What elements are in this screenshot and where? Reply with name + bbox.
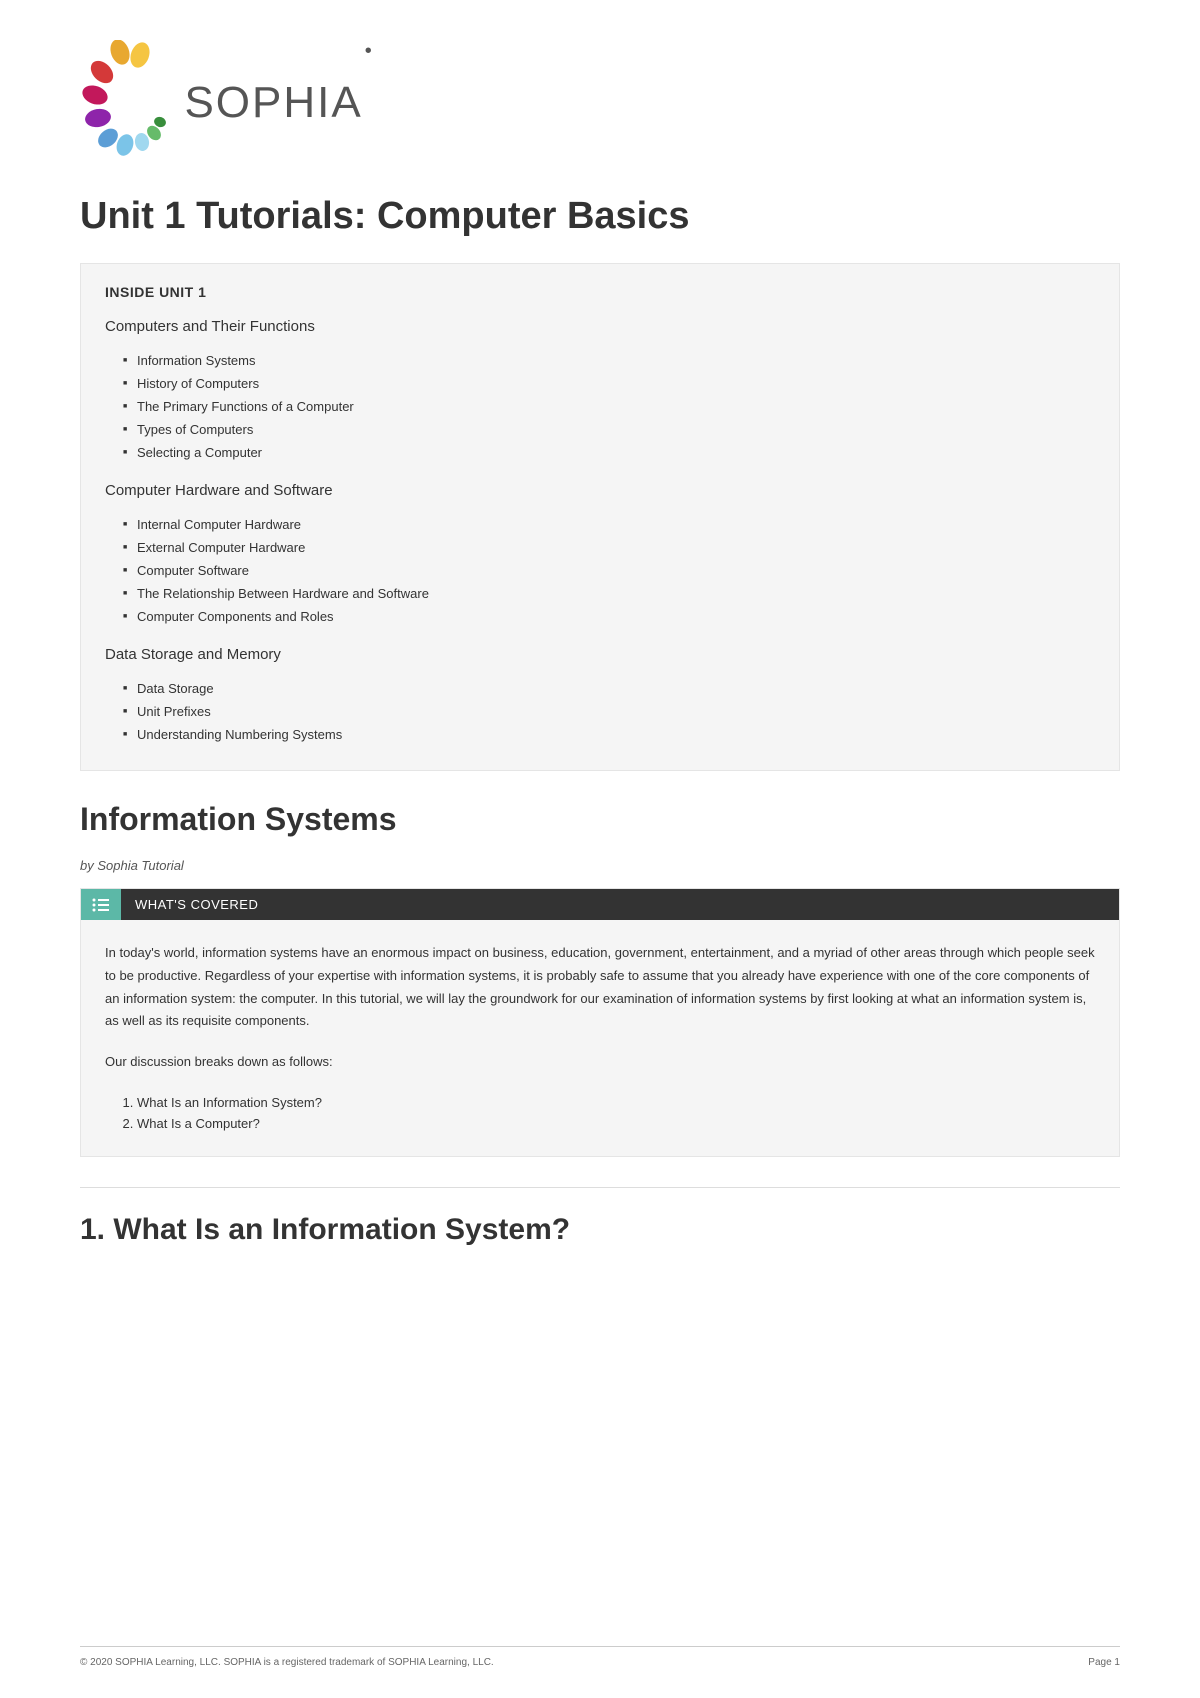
toc-item: Internal Computer Hardware <box>123 513 1095 536</box>
toc-item: History of Computers <box>123 372 1095 395</box>
intro-paragraph: In today's world, information systems ha… <box>105 942 1095 1033</box>
toc-item: Unit Prefixes <box>123 700 1095 723</box>
toc-item: Selecting a Computer <box>123 441 1095 464</box>
toc-item: Types of Computers <box>123 418 1095 441</box>
toc-list: Data Storage Unit Prefixes Understanding… <box>123 677 1095 746</box>
toc-item: Computer Software <box>123 559 1095 582</box>
inside-unit-box: INSIDE UNIT 1 Computers and Their Functi… <box>80 263 1120 771</box>
whats-covered-label: WHAT'S COVERED <box>121 889 1119 920</box>
whats-covered-box: WHAT'S COVERED In today's world, informa… <box>80 888 1120 1157</box>
breakdown-item: What Is an Information System? <box>137 1092 1095 1113</box>
toc-section-title: Computers and Their Functions <box>105 318 1095 335</box>
page-footer: © 2020 SOPHIA Learning, LLC. SOPHIA is a… <box>80 1646 1120 1668</box>
toc-item: External Computer Hardware <box>123 536 1095 559</box>
article-heading: Information Systems <box>80 801 1120 838</box>
whats-covered-header: WHAT'S COVERED <box>81 889 1119 920</box>
toc-item: The Relationship Between Hardware and So… <box>123 582 1095 605</box>
byline: by Sophia Tutorial <box>80 858 1120 873</box>
toc-item: Computer Components and Roles <box>123 605 1095 628</box>
page-number: Page 1 <box>1088 1657 1120 1668</box>
page-title: Unit 1 Tutorials: Computer Basics <box>80 195 1120 238</box>
toc-item: Data Storage <box>123 677 1095 700</box>
inside-heading: INSIDE UNIT 1 <box>105 284 1095 300</box>
trademark-dot: • <box>365 40 372 62</box>
breakdown-label: Our discussion breaks down as follows: <box>105 1051 1095 1074</box>
breakdown-list: What Is an Information System? What Is a… <box>137 1092 1095 1134</box>
section-divider <box>80 1187 1120 1188</box>
section-1-heading: 1. What Is an Information System? <box>80 1213 1120 1247</box>
logo: SOPHIA• <box>80 40 1120 165</box>
toc-item: The Primary Functions of a Computer <box>123 395 1095 418</box>
copyright-text: © 2020 SOPHIA Learning, LLC. SOPHIA is a… <box>80 1657 494 1668</box>
toc-list: Information Systems History of Computers… <box>123 349 1095 464</box>
list-icon <box>81 889 121 920</box>
logo-text: SOPHIA <box>184 78 362 128</box>
toc-item: Understanding Numbering Systems <box>123 723 1095 746</box>
toc-section-title: Data Storage and Memory <box>105 646 1095 663</box>
toc-item: Information Systems <box>123 349 1095 372</box>
toc-section-title: Computer Hardware and Software <box>105 482 1095 499</box>
whats-covered-body: In today's world, information systems ha… <box>81 920 1119 1156</box>
sophia-leaf-icon <box>80 40 175 165</box>
breakdown-item: What Is a Computer? <box>137 1113 1095 1134</box>
toc-list: Internal Computer Hardware External Comp… <box>123 513 1095 628</box>
